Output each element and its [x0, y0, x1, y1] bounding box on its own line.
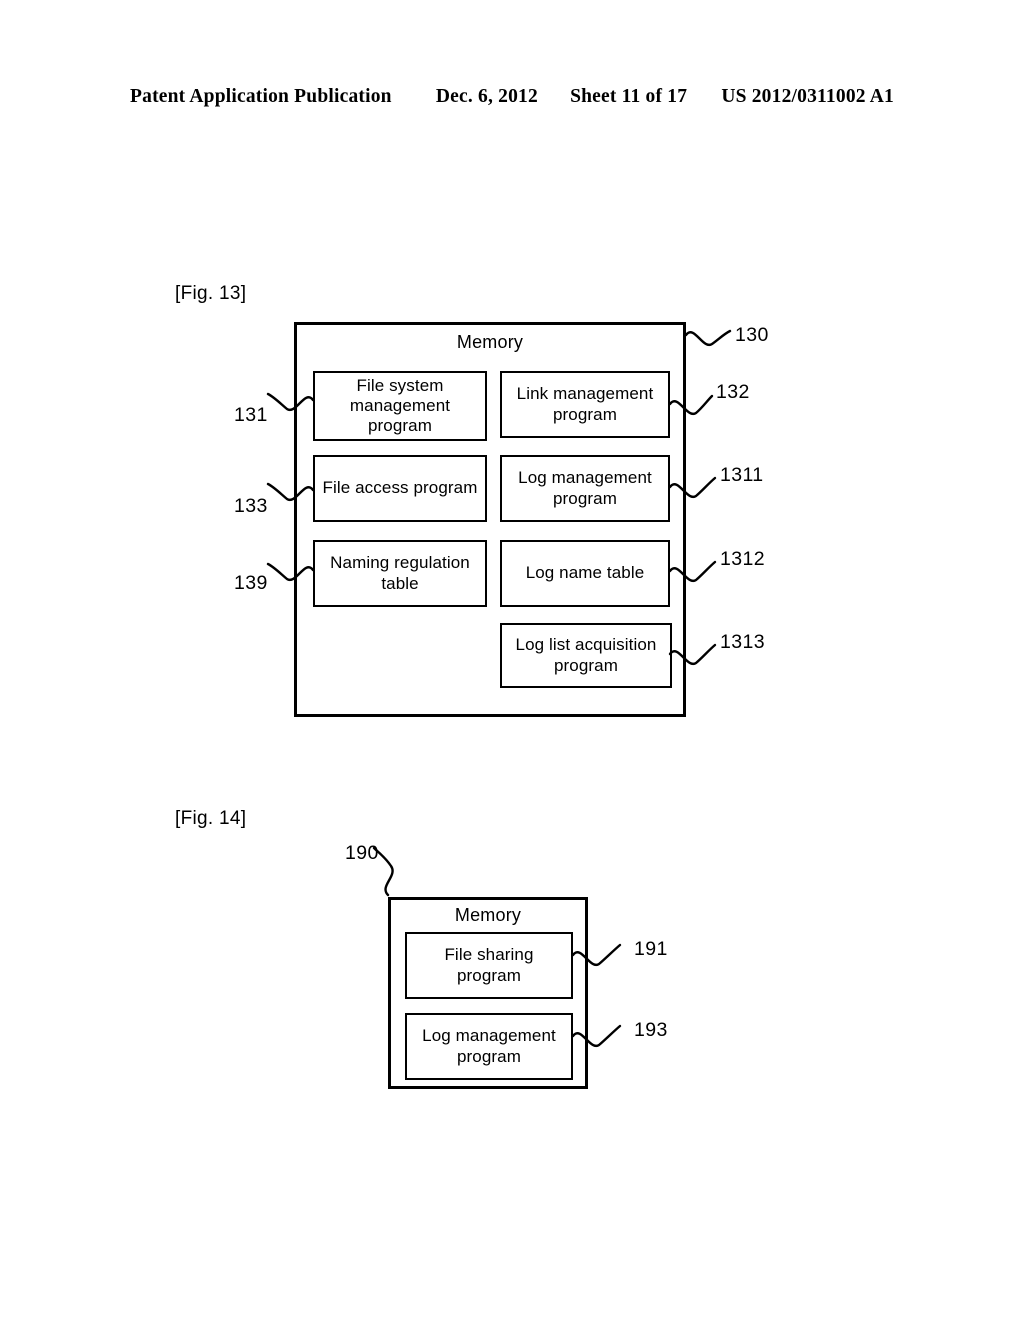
block-log-name-table: Log name table	[500, 540, 670, 607]
document-number: US 2012/0311002 A1	[721, 86, 894, 107]
reference-numeral-190: 190	[345, 842, 379, 864]
reference-numeral-1313: 1313	[720, 631, 765, 653]
reference-numeral-1312: 1312	[720, 548, 765, 570]
block-log-management-program-fig13: Log management program	[500, 455, 670, 522]
block-log-management-program-fig14: Log management program	[405, 1013, 573, 1080]
publication-header: Patent Application Publication Dec. 6, 2…	[0, 86, 1024, 108]
block-file-sharing-program: File sharing program	[405, 932, 573, 999]
reference-numeral-1311: 1311	[720, 464, 764, 486]
reference-numeral-130: 130	[735, 324, 769, 346]
sheet-number: Sheet 11 of 17	[570, 86, 688, 107]
memory-title-fig14: Memory	[454, 905, 522, 925]
reference-numeral-139: 139	[234, 572, 268, 594]
reference-numeral-133: 133	[234, 495, 268, 517]
reference-numeral-132: 132	[716, 381, 750, 403]
block-file-system-management-program: File system management program	[313, 371, 487, 441]
block-file-access-program: File access program	[313, 455, 487, 522]
publication-title: Patent Application Publication	[130, 86, 392, 107]
leader-line-130	[684, 329, 732, 347]
reference-numeral-191: 191	[634, 938, 668, 960]
figure-label-14: [Fig. 14]	[175, 808, 247, 829]
memory-title-fig13: Memory	[456, 332, 524, 352]
publication-date: Dec. 6, 2012	[435, 86, 538, 107]
block-link-management-program: Link management program	[500, 371, 670, 438]
figure-label-13: [Fig. 13]	[175, 283, 247, 304]
reference-numeral-131: 131	[234, 404, 268, 426]
block-naming-regulation-table: Naming regulation table	[313, 540, 487, 607]
reference-numeral-193: 193	[634, 1019, 668, 1041]
block-log-list-acquisition-program: Log list acquisition program	[500, 623, 672, 688]
